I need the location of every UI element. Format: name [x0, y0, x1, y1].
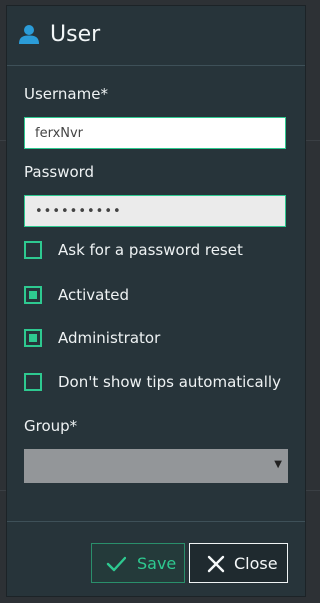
close-icon [206, 554, 226, 574]
close-button[interactable]: Close [189, 543, 288, 583]
dialog-header: User [7, 6, 305, 66]
checkbox-checked-icon[interactable] [24, 286, 42, 304]
checkbox-activated[interactable]: Activated [24, 284, 294, 306]
checkbox-label: Ask for a password reset [58, 241, 243, 259]
checkbox-unchecked-icon[interactable] [24, 373, 42, 391]
username-label: Username* [24, 85, 108, 103]
checkbox-label: Activated [58, 286, 129, 304]
save-button[interactable]: Save [91, 543, 185, 583]
password-input[interactable] [24, 195, 286, 227]
checkbox-label: Don't show tips automatically [58, 373, 281, 391]
dialog-title: User [50, 22, 101, 47]
password-label: Password [24, 163, 95, 181]
footer-divider [7, 521, 305, 522]
checkbox-administrator[interactable]: Administrator [24, 327, 294, 349]
checkbox-password-reset[interactable]: Ask for a password reset [24, 239, 294, 261]
group-label: Group* [24, 417, 78, 435]
save-button-label: Save [137, 554, 177, 573]
user-icon [18, 23, 40, 45]
checkbox-label: Administrator [58, 329, 161, 347]
username-input[interactable] [24, 117, 286, 149]
close-button-label: Close [234, 554, 278, 573]
checkbox-checked-icon[interactable] [24, 329, 42, 347]
checkbox-unchecked-icon[interactable] [24, 241, 42, 259]
dropdown-caret-icon: ▼ [274, 459, 282, 470]
group-select[interactable]: ▼ [24, 449, 288, 483]
checkbox-dont-show-tips[interactable]: Don't show tips automatically [24, 371, 294, 393]
user-dialog: User Username* Password Ask for a passwo… [7, 6, 305, 596]
check-icon [106, 554, 127, 574]
